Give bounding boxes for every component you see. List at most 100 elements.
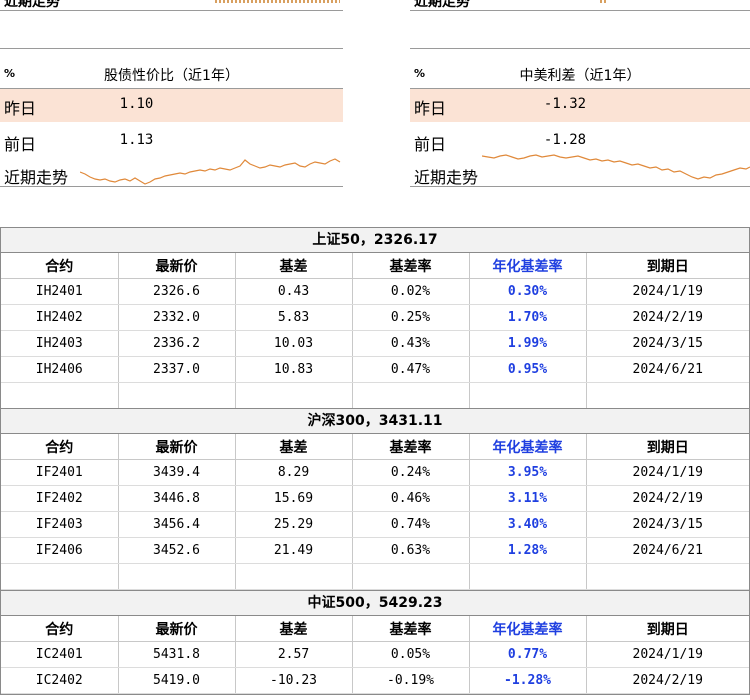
col-expiry-header: 到期日 [586,434,749,460]
table-row: IF2406 3452.6 21.49 0.63% 1.28% 2024/6/2… [1,537,749,564]
panel-top-cut-row: 近期走势 [0,0,343,10]
annualized-basis-cell: 3.40% [469,511,587,538]
col-expiry-header: 到期日 [586,253,749,279]
contract-cell: IF2406 [1,537,119,564]
annualized-basis-cell: 0.95% [469,356,587,383]
contract-cell: IH2402 [1,304,119,331]
cut-trend-label: 近期走势 [414,0,470,10]
csi500-table: 合约 最新价 基差 基差率 年化基差率 到期日 IC2401 5431.8 2.… [1,616,749,694]
panel-top-cut-row: 近期走势 [410,0,750,10]
cut-sparkline [600,0,606,3]
col-contract-header: 合约 [1,616,119,642]
empty-row [1,382,749,409]
col-basis-rate-header: 基差率 [352,253,470,279]
last-price-cell: 3456.4 [118,511,236,538]
table-row: IH2402 2332.0 5.83 0.25% 1.70% 2024/2/19 [1,304,749,331]
last-price-cell: 5419.0 [118,667,236,694]
divider [0,48,343,49]
sse50-section: 上证50，2326.17 合约 最新价 基差 基差率 年化基差率 到期日 IH2… [0,227,750,410]
contract-cell: IH2406 [1,356,119,383]
expiry-cell: 2024/1/19 [586,278,749,305]
stock-bond-ratio-panel: 近期走势 % 股债性价比（近1年） 昨日 1.10 前日 1.13 近期走势 [0,0,343,190]
contract-cell: IF2401 [1,459,119,486]
last-price-cell: 2332.0 [118,304,236,331]
csi300-table: 合约 最新价 基差 基差率 年化基差率 到期日 IF2401 3439.4 8.… [1,434,749,590]
basis-rate-cell: -0.19% [352,667,470,694]
annualized-basis-cell: 1.99% [469,330,587,357]
basis-cell: -10.23 [235,667,353,694]
table-row: IH2403 2336.2 10.03 0.43% 1.99% 2024/3/1… [1,330,749,357]
expiry-cell: 2024/1/19 [586,641,749,668]
contract-cell: IC2402 [1,667,119,694]
table-row: IF2402 3446.8 15.69 0.46% 3.11% 2024/2/1… [1,485,749,512]
col-basis-rate-header: 基差率 [352,434,470,460]
sse50-table: 合约 最新价 基差 基差率 年化基差率 到期日 IH2401 2326.6 0.… [1,253,749,409]
divider [410,186,750,187]
contract-cell: IF2402 [1,485,119,512]
expiry-cell: 2024/1/19 [586,459,749,486]
panel-title: 股债性价比（近1年） [104,68,239,84]
basis-rate-cell: 0.25% [352,304,470,331]
panel-title: 中美利差（近1年） [519,68,641,84]
last-price-cell: 2326.6 [118,278,236,305]
col-annualized-basis-header: 年化基差率 [469,434,587,460]
divider [0,186,343,187]
expiry-cell: 2024/2/19 [586,485,749,512]
annualized-basis-cell: 0.30% [469,278,587,305]
contract-cell: IH2403 [1,330,119,357]
last-price-cell: 2337.0 [118,356,236,383]
expiry-cell: 2024/2/19 [586,667,749,694]
expiry-cell: 2024/2/19 [586,304,749,331]
col-basis-header: 基差 [235,253,353,279]
col-contract-header: 合约 [1,253,119,279]
basis-cell: 10.83 [235,356,353,383]
basis-rate-cell: 0.74% [352,511,470,538]
annualized-basis-cell: 0.77% [469,641,587,668]
section-title: 沪深300，3431.11 [1,409,749,434]
basis-cell: 2.57 [235,641,353,668]
basis-cell: 8.29 [235,459,353,486]
col-annualized-basis-header: 年化基差率 [469,616,587,642]
basis-cell: 10.03 [235,330,353,357]
col-basis-header: 基差 [235,616,353,642]
last-price-cell: 2336.2 [118,330,236,357]
annualized-basis-cell: -1.28% [469,667,587,694]
cut-trend-label: 近期走势 [4,0,60,10]
col-contract-header: 合约 [1,434,119,460]
annualized-basis-cell: 1.28% [469,537,587,564]
empty-row [1,563,749,590]
contract-cell: IH2401 [1,278,119,305]
basis-rate-cell: 0.63% [352,537,470,564]
last-price-cell: 3439.4 [118,459,236,486]
trend-label: 近期走势 [414,168,479,187]
table-row: IH2401 2326.6 0.43 0.02% 0.30% 2024/1/19 [1,278,749,305]
col-last-price-header: 最新价 [118,434,236,460]
csi300-section: 沪深300，3431.11 合约 最新价 基差 基差率 年化基差率 到期日 IF… [0,408,750,591]
yesterday-row: 昨日 -1.32 [410,89,750,122]
col-basis-header: 基差 [235,434,353,460]
col-last-price-header: 最新价 [118,253,236,279]
col-basis-rate-header: 基差率 [352,616,470,642]
col-expiry-header: 到期日 [586,616,749,642]
table-row: IC2402 5419.0 -10.23 -0.19% -1.28% 2024/… [1,667,749,694]
table-row: IH2406 2337.0 10.83 0.47% 0.95% 2024/6/2… [1,356,749,383]
basis-rate-cell: 0.43% [352,330,470,357]
panel-header: % 中美利差（近1年） [410,62,750,88]
section-title: 中证500，5429.23 [1,591,749,616]
divider [0,10,343,11]
basis-rate-cell: 0.24% [352,459,470,486]
contract-cell: IF2403 [1,511,119,538]
yesterday-value: 1.10 [119,96,154,112]
table-header-row: 合约 最新价 基差 基差率 年化基差率 到期日 [1,434,749,460]
expiry-cell: 2024/6/21 [586,356,749,383]
last-price-cell: 3452.6 [118,537,236,564]
csi500-section: 中证500，5429.23 合约 最新价 基差 基差率 年化基差率 到期日 IC… [0,590,750,695]
basis-rate-cell: 0.46% [352,485,470,512]
prev-day-row: 前日 1.13 [0,125,343,158]
annualized-basis-cell: 3.95% [469,459,587,486]
trend-row: 近期走势 [410,148,750,187]
trend-label: 近期走势 [4,168,69,187]
divider [410,10,750,11]
panel-header: % 股债性价比（近1年） [0,62,343,88]
table-header-row: 合约 最新价 基差 基差率 年化基差率 到期日 [1,616,749,642]
